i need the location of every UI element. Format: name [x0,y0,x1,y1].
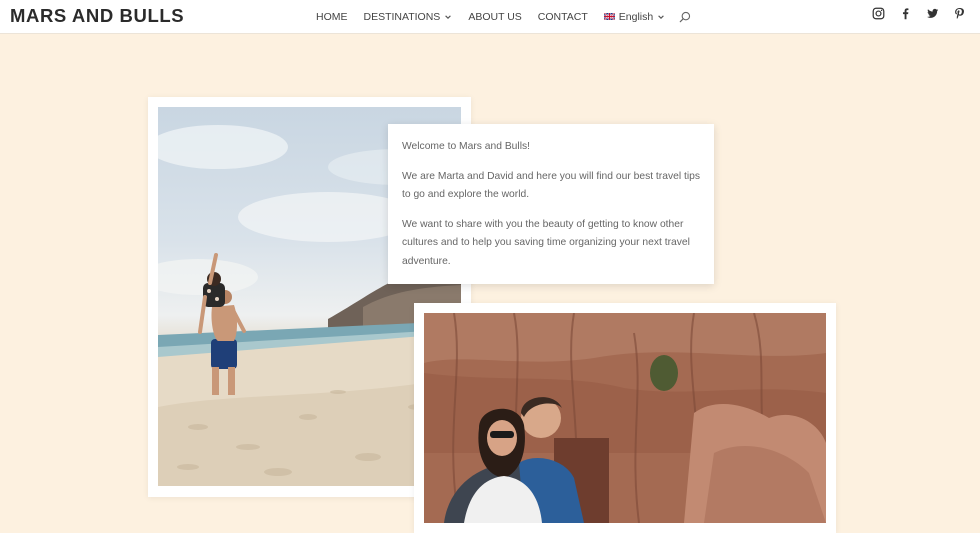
intro-text-card: Welcome to Mars and Bulls! We are Marta … [388,124,714,284]
intro-paragraph: We are Marta and David and here you will… [402,170,700,201]
instagram-icon[interactable] [872,7,885,20]
site-header: MARS AND BULLS HOME DESTINATIONS ABOUT U… [0,0,980,34]
facebook-icon[interactable] [899,7,912,20]
language-selector[interactable]: English [603,10,665,23]
main-nav: HOME DESTINATIONS ABOUT US CONTACT Engli… [316,0,691,33]
chevron-down-icon [445,14,452,19]
chevron-down-icon [658,14,665,19]
twitter-icon[interactable] [926,7,939,20]
nav-item-about-us[interactable]: ABOUT US [468,11,521,23]
nav-item-contact[interactable]: CONTACT [538,11,588,23]
site-logo[interactable]: MARS AND BULLS [10,5,184,27]
nav-item-label: ABOUT US [468,10,522,23]
search-icon[interactable] [679,11,691,23]
rocks-photo [424,313,826,523]
intro-welcome: Welcome to Mars and Bulls! [402,141,530,152]
nav-item-label: CONTACT [537,10,588,23]
social-links [858,7,966,20]
intro-paragraph: We want to share with you the beauty of … [402,218,690,267]
pinterest-icon[interactable] [953,7,966,20]
nav-item-destinations[interactable]: DESTINATIONS [364,11,453,23]
language-label: English [618,10,654,23]
uk-flag-icon [603,13,615,20]
nav-item-home[interactable]: HOME [316,11,348,23]
photo-frame-rocks [414,303,836,533]
nav-item-label: DESTINATIONS [363,10,441,23]
nav-item-label: HOME [316,10,348,23]
